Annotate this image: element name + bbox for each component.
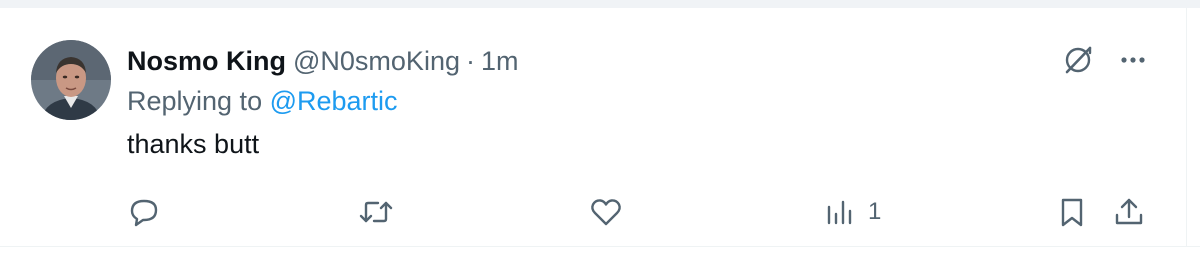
tweet-card[interactable]: Nosmo King @N0smoKing · 1m Replying to @… bbox=[0, 8, 1187, 246]
grok-icon[interactable] bbox=[1058, 40, 1098, 80]
display-name[interactable]: Nosmo King bbox=[127, 46, 286, 77]
views-button[interactable]: 1 bbox=[822, 192, 881, 232]
top-band bbox=[0, 0, 1200, 8]
separator-dot: · bbox=[465, 45, 475, 76]
user-handle[interactable]: @N0smoKing bbox=[293, 46, 460, 77]
bookmark-button[interactable] bbox=[1054, 192, 1090, 232]
tweet-header: Nosmo King @N0smoKing · 1m bbox=[127, 44, 519, 78]
retweet-icon bbox=[359, 201, 393, 223]
more-icon[interactable] bbox=[1113, 40, 1153, 80]
replying-to-label: Replying to bbox=[127, 86, 270, 116]
tweet-text: thanks butt bbox=[127, 129, 260, 159]
avatar-image bbox=[31, 40, 111, 120]
views-count: 1 bbox=[868, 198, 882, 225]
views-icon bbox=[827, 200, 852, 225]
reply-icon bbox=[130, 199, 158, 227]
timestamp[interactable]: 1m bbox=[481, 46, 519, 77]
share-icon bbox=[1115, 198, 1143, 225]
replying-to-mention[interactable]: @Rebartic bbox=[270, 86, 398, 116]
retweet-button[interactable] bbox=[356, 192, 396, 232]
like-icon bbox=[591, 199, 621, 226]
avatar[interactable] bbox=[31, 40, 111, 120]
replying-to-line: Replying to @Rebartic bbox=[127, 86, 398, 117]
bottom-divider bbox=[0, 246, 1200, 247]
reply-button[interactable] bbox=[126, 192, 162, 232]
bookmark-icon bbox=[1061, 198, 1083, 227]
share-button[interactable] bbox=[1111, 192, 1147, 232]
like-button[interactable] bbox=[588, 192, 624, 232]
